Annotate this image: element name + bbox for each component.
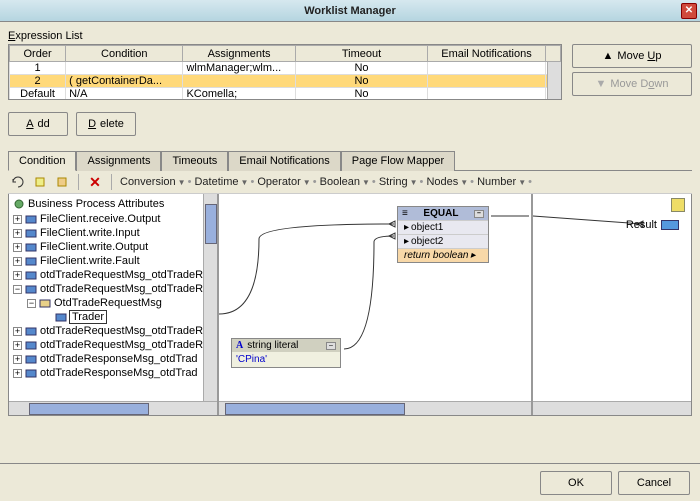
separator (111, 174, 112, 190)
add-button[interactable]: Add (8, 112, 68, 136)
menu-string[interactable]: String ▼ • (379, 176, 424, 188)
col-order[interactable]: Order (10, 46, 66, 62)
tree-node[interactable]: +FileClient.receive.Output (11, 212, 215, 226)
menu-boolean[interactable]: Boolean ▼ • (320, 176, 376, 188)
tree-node[interactable]: +otdTradeResponseMsg_otdTrad (11, 352, 215, 366)
close-button[interactable]: ✕ (681, 3, 697, 19)
editor-panels: Business Process Attributes +FileClient.… (8, 194, 692, 416)
arrow-down-icon: ▼ (596, 78, 607, 90)
tree-node[interactable]: −otdTradeRequestMsg_otdTradeR (11, 282, 215, 296)
delete-icon[interactable]: ✕ (87, 174, 103, 190)
arrow-up-icon: ▲ (603, 50, 614, 62)
node-icon (25, 283, 37, 295)
table-row[interactable]: DefaultN/AKComella;No (10, 88, 561, 101)
gear-icon (13, 198, 25, 210)
title-bar: Worklist Manager ✕ (0, 0, 700, 22)
expression-table[interactable]: Order Condition Assignments Timeout Emai… (8, 44, 562, 100)
node-icon (25, 213, 37, 225)
table-vscroll[interactable] (547, 62, 561, 99)
table-row[interactable]: 2( getContainerDa...No (10, 75, 561, 88)
string-literal-node[interactable]: A string literal– 'CPina' (231, 338, 341, 368)
tree-panel: Business Process Attributes +FileClient.… (9, 194, 219, 415)
menu-nodes[interactable]: Nodes ▼ • (426, 176, 474, 188)
tree-node[interactable]: −OtdTradeRequestMsg (11, 296, 215, 310)
node-icon (39, 297, 51, 309)
menu-operator[interactable]: Operator ▼ • (257, 176, 316, 188)
ok-button[interactable]: OK (540, 471, 612, 495)
literal-value[interactable]: 'CPina' (232, 352, 340, 367)
node-icon (25, 325, 37, 337)
tree-node[interactable]: Trader (11, 310, 215, 324)
col-timeout[interactable]: Timeout (295, 46, 428, 62)
editor-tabs: Condition Assignments Timeouts Email Not… (8, 150, 692, 171)
tree-node[interactable]: +FileClient.write.Output (11, 240, 215, 254)
node-icon (55, 311, 67, 323)
equal-node[interactable]: ≡EQUAL– ▸ object1 ▸ object2 return boole… (397, 206, 489, 263)
validate-icon[interactable] (54, 174, 70, 190)
result-hscroll[interactable] (533, 401, 691, 415)
note-icon[interactable] (671, 198, 685, 212)
tab-assignments[interactable]: Assignments (76, 151, 161, 171)
result-panel: Result (531, 194, 691, 415)
node-input-2[interactable]: ▸ object2 (398, 234, 488, 248)
col-extra (545, 46, 560, 62)
cancel-button[interactable]: Cancel (618, 471, 690, 495)
node-icon (25, 353, 37, 365)
delete-button[interactable]: Delete (76, 112, 136, 136)
node-icon (25, 255, 37, 267)
col-condition[interactable]: Condition (66, 46, 183, 62)
node-input-1[interactable]: ▸ object1 (398, 220, 488, 234)
tab-condition[interactable]: Condition (8, 151, 76, 171)
tree-vscroll[interactable] (203, 194, 217, 401)
node-icon (25, 269, 37, 281)
tree-node[interactable]: +otdTradeRequestMsg_otdTradeR (11, 324, 215, 338)
canvas-panel[interactable]: ≡EQUAL– ▸ object1 ▸ object2 return boole… (219, 194, 531, 415)
move-up-button[interactable]: ▲ Move Up (572, 44, 692, 68)
node-return: return boolean ▸ (398, 248, 488, 262)
tab-email[interactable]: Email Notifications (228, 151, 340, 171)
menu-datetime[interactable]: Datetime ▼ • (194, 176, 254, 188)
collapse-icon[interactable]: – (326, 342, 336, 350)
tab-pageflow[interactable]: Page Flow Mapper (341, 151, 455, 171)
tab-timeouts[interactable]: Timeouts (161, 151, 228, 171)
col-email[interactable]: Email Notifications (428, 46, 545, 62)
canvas-hscroll[interactable] (219, 401, 531, 415)
node-icon (25, 227, 37, 239)
redo-icon[interactable] (32, 174, 48, 190)
dialog-footer: OK Cancel (0, 463, 700, 501)
section-label: Expression List (8, 30, 692, 42)
move-down-button[interactable]: ▼ Move Down (572, 72, 692, 96)
node-icon (25, 241, 37, 253)
collapse-icon[interactable]: – (474, 210, 484, 218)
tree-root[interactable]: Business Process Attributes (11, 196, 215, 212)
result-icon (661, 220, 679, 230)
result-output[interactable]: Result (626, 219, 679, 231)
tree-node[interactable]: +otdTradeRequestMsg_otdTradeR (11, 268, 215, 282)
editor-toolbar: ✕ Conversion ▼ • Datetime ▼ • Operator ▼… (8, 171, 692, 194)
tree-hscroll[interactable] (9, 401, 217, 415)
tree-node[interactable]: +FileClient.write.Input (11, 226, 215, 240)
tree-node[interactable]: +otdTradeRequestMsg_otdTradeR (11, 338, 215, 352)
tree-node[interactable]: +otdTradeResponseMsg_otdTrad (11, 366, 215, 380)
table-row[interactable]: 1wlmManager;wlm...No (10, 62, 561, 75)
tree-node[interactable]: +FileClient.write.Fault (11, 254, 215, 268)
separator (78, 174, 79, 190)
menu-conversion[interactable]: Conversion ▼ • (120, 176, 191, 188)
node-icon (25, 367, 37, 379)
undo-icon[interactable] (10, 174, 26, 190)
menu-number[interactable]: Number ▼ • (477, 176, 532, 188)
col-assignments[interactable]: Assignments (183, 46, 295, 62)
window-title: Worklist Manager (304, 5, 396, 17)
node-icon (25, 339, 37, 351)
